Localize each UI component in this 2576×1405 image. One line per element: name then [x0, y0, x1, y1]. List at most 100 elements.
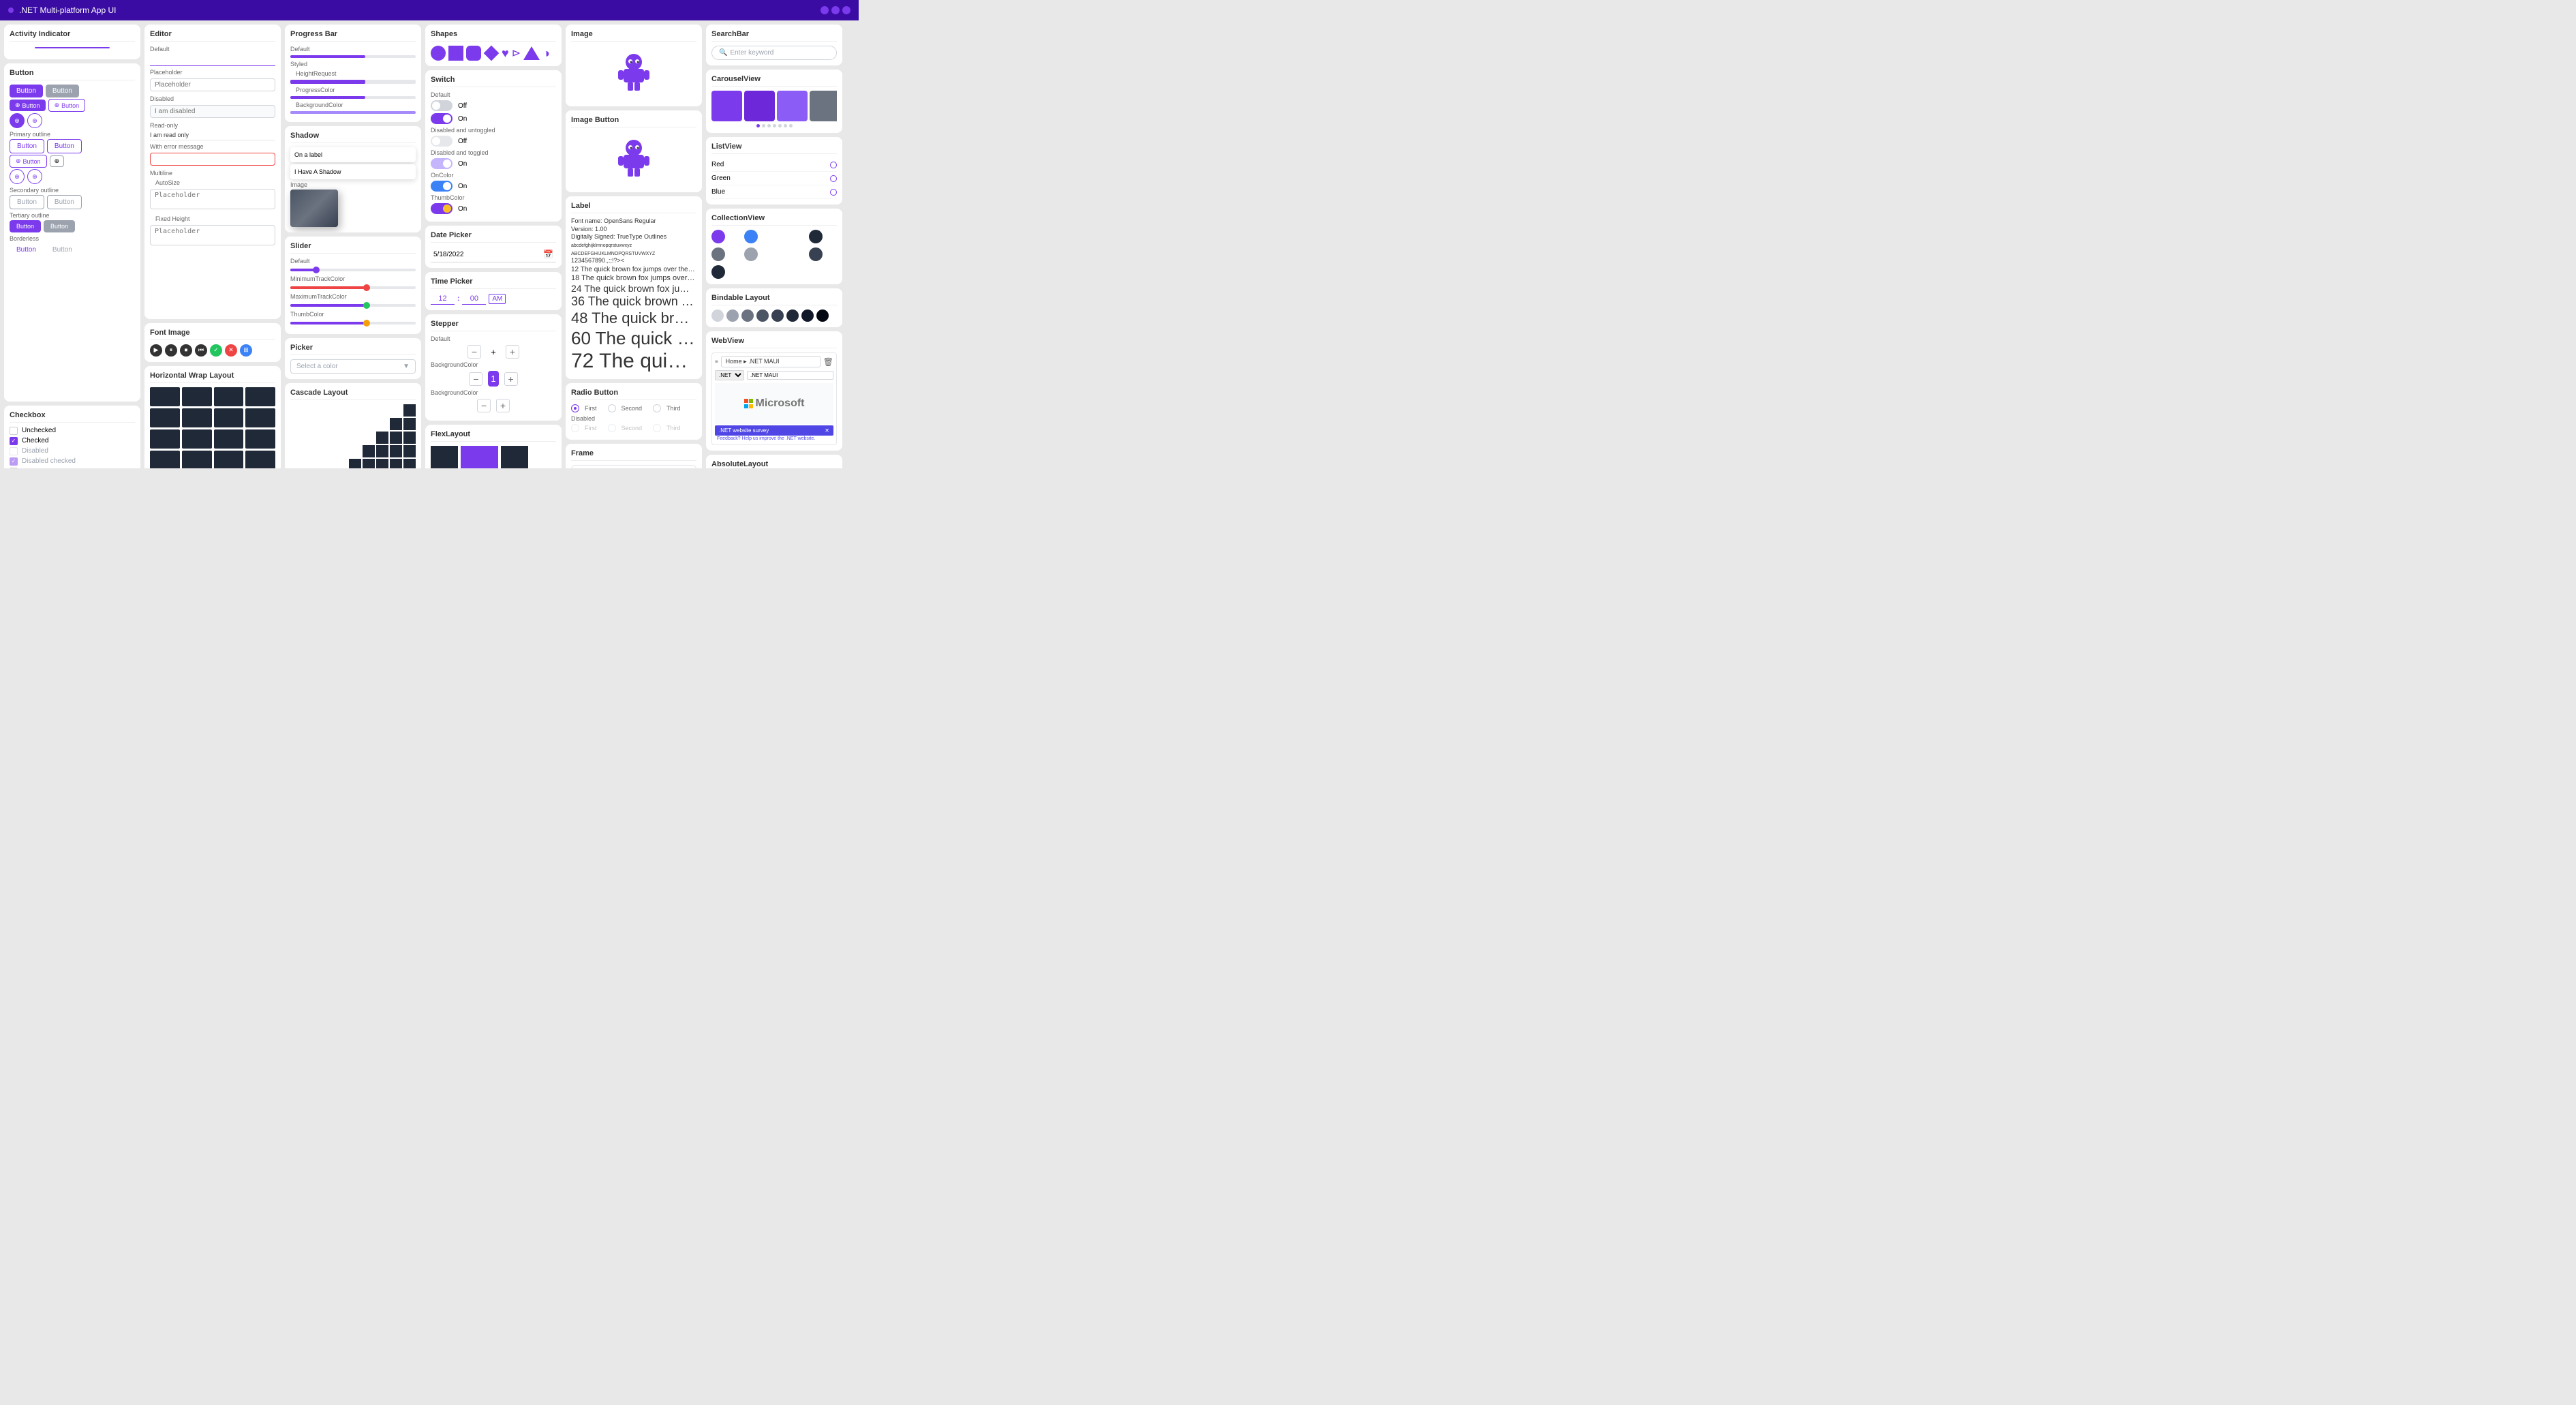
close-icon[interactable]: [842, 6, 850, 14]
editor-disabled-label: Disabled: [150, 95, 275, 102]
collection-dot-6[interactable]: [744, 247, 758, 261]
collection-dot-5[interactable]: [711, 247, 725, 261]
button-tertiary-1[interactable]: Button: [10, 220, 41, 232]
feedback-close-icon[interactable]: ✕: [825, 427, 829, 434]
carousel-dot-5[interactable]: [778, 124, 782, 127]
collection-dot-9[interactable]: [711, 265, 725, 279]
list-item-red-radio[interactable]: [830, 162, 837, 168]
carousel-item-2[interactable]: [744, 91, 775, 121]
slider-default-label: Default: [290, 258, 416, 265]
list-item-green-radio[interactable]: [830, 175, 837, 182]
button-borderless-2[interactable]: Button: [46, 243, 79, 256]
editor-autosize-field[interactable]: [150, 189, 275, 209]
button-borderless-1[interactable]: Button: [10, 243, 43, 256]
button-outline-gray[interactable]: ⊕: [50, 155, 65, 167]
carousel-item-3[interactable]: [777, 91, 808, 121]
slider-min-label: MinimumTrackColor: [290, 275, 416, 282]
switch-thumbcolor[interactable]: [431, 203, 453, 214]
slider-default-track[interactable]: [290, 269, 416, 271]
list-item-red[interactable]: Red: [711, 158, 837, 172]
search-input-wrapper[interactable]: 🔍 Enter keyword: [711, 46, 837, 60]
stepper-bg-row: − 1 +: [431, 371, 556, 387]
timepicker-hour[interactable]: 12: [431, 293, 455, 305]
stepper-bg2-increment[interactable]: +: [496, 399, 510, 412]
image-button-display[interactable]: [571, 132, 696, 187]
cascade-cell: [403, 418, 416, 430]
button-circle-outline[interactable]: ⊕: [27, 113, 42, 128]
carousel-dot-1[interactable]: [756, 124, 760, 127]
checkbox-checked[interactable]: ✓: [10, 437, 18, 445]
slider-min-track[interactable]: [290, 286, 416, 289]
button-circle-outline-3[interactable]: ⊕: [27, 169, 42, 184]
radio-first[interactable]: [571, 404, 579, 412]
picker-select[interactable]: Select a color ▼: [290, 359, 416, 374]
button-circle-outline-2[interactable]: ⊕: [10, 169, 25, 184]
list-item-green[interactable]: Green: [711, 172, 837, 185]
slider-min-thumb[interactable]: [363, 284, 370, 291]
button-secondary-2[interactable]: Button: [47, 195, 82, 209]
stepper-bg-decrement[interactable]: −: [469, 372, 482, 386]
button-icon-primary[interactable]: ⊕ Button: [10, 100, 46, 111]
slider-thumb-track[interactable]: [290, 322, 416, 324]
collection-dot-1[interactable]: [711, 230, 725, 243]
switch-on[interactable]: [431, 113, 453, 124]
bindable-dot-4: [756, 309, 769, 322]
carousel-dot-2[interactable]: [762, 124, 765, 127]
slider-default-thumb[interactable]: [313, 267, 320, 273]
button-outline-2[interactable]: Button: [47, 139, 82, 153]
activity-indicator-title: Activity Indicator: [10, 30, 135, 42]
checkbox-unchecked[interactable]: [10, 427, 18, 435]
checkbox-unchecked-label: Unchecked: [22, 427, 56, 434]
button-outline-1[interactable]: Button: [10, 139, 44, 153]
collection-dot-4[interactable]: [809, 230, 823, 243]
carousel-dot-7[interactable]: [789, 124, 793, 127]
collection-dot-2[interactable]: [744, 230, 758, 243]
carousel-item-4[interactable]: [810, 91, 837, 121]
carousel-dot-3[interactable]: [767, 124, 771, 127]
radio-disabled-second-label: Second: [622, 425, 643, 432]
button-primary[interactable]: Button: [10, 85, 43, 97]
button-secondary[interactable]: Button: [46, 85, 79, 97]
slider-thumb-thumb[interactable]: [363, 320, 370, 327]
webview-url-bar[interactable]: Home ▸ .NET MAUI: [721, 356, 821, 367]
radio-third[interactable]: [653, 404, 661, 412]
button-outline-icon-1[interactable]: ⊕ Button: [10, 155, 47, 168]
maximize-icon[interactable]: [831, 6, 840, 14]
editor-error-field[interactable]: [150, 153, 275, 166]
button-circle-filled[interactable]: ⊕: [10, 113, 25, 128]
app-icon: [8, 7, 14, 13]
timepicker-minute[interactable]: 00: [462, 293, 486, 305]
webview-url-input[interactable]: [747, 371, 833, 380]
radio-second[interactable]: [608, 404, 616, 412]
switch-off[interactable]: [431, 100, 453, 111]
button-tertiary-2[interactable]: Button: [44, 220, 75, 232]
button-secondary-1[interactable]: Button: [10, 195, 44, 209]
button-icon-outline[interactable]: ⊕ Button: [48, 99, 86, 112]
list-item-blue-radio[interactable]: [830, 189, 837, 196]
switch-oncolor[interactable]: [431, 181, 453, 192]
webview-delete-icon[interactable]: 🗑: [823, 357, 833, 367]
slider-thumb-fill: [290, 322, 365, 324]
timepicker-ampm[interactable]: AM: [489, 294, 506, 304]
stepper-increment[interactable]: +: [506, 345, 519, 359]
list-item-blue[interactable]: Blue: [711, 185, 837, 199]
slider-max-thumb[interactable]: [363, 302, 370, 309]
button-card: Button Button Button ⊕ Button ⊕ Button ⊕…: [4, 63, 140, 402]
carousel-item-1[interactable]: [711, 91, 742, 121]
bindable-title: Bindable Layout: [711, 294, 837, 305]
carousel-dot-4[interactable]: [773, 124, 776, 127]
slider-max-track[interactable]: [290, 304, 416, 307]
webview-nav-select[interactable]: .NET: [715, 370, 744, 380]
hwrap-cell-2: [182, 387, 212, 406]
stepper-decrement[interactable]: −: [467, 345, 481, 359]
datepicker-input[interactable]: 5/18/2022 📅: [431, 247, 556, 262]
carousel-dot-6[interactable]: [784, 124, 787, 127]
minimize-icon[interactable]: [821, 6, 829, 14]
stepper-bg2-decrement[interactable]: −: [477, 399, 491, 412]
circle-icon-2: ⊕: [55, 102, 60, 109]
collection-dot-8[interactable]: [809, 247, 823, 261]
stepper-bg-increment[interactable]: +: [504, 372, 518, 386]
editor-default-field[interactable]: [150, 54, 275, 66]
editor-fixed-field[interactable]: [150, 225, 275, 245]
editor-placeholder-field[interactable]: [150, 78, 275, 91]
